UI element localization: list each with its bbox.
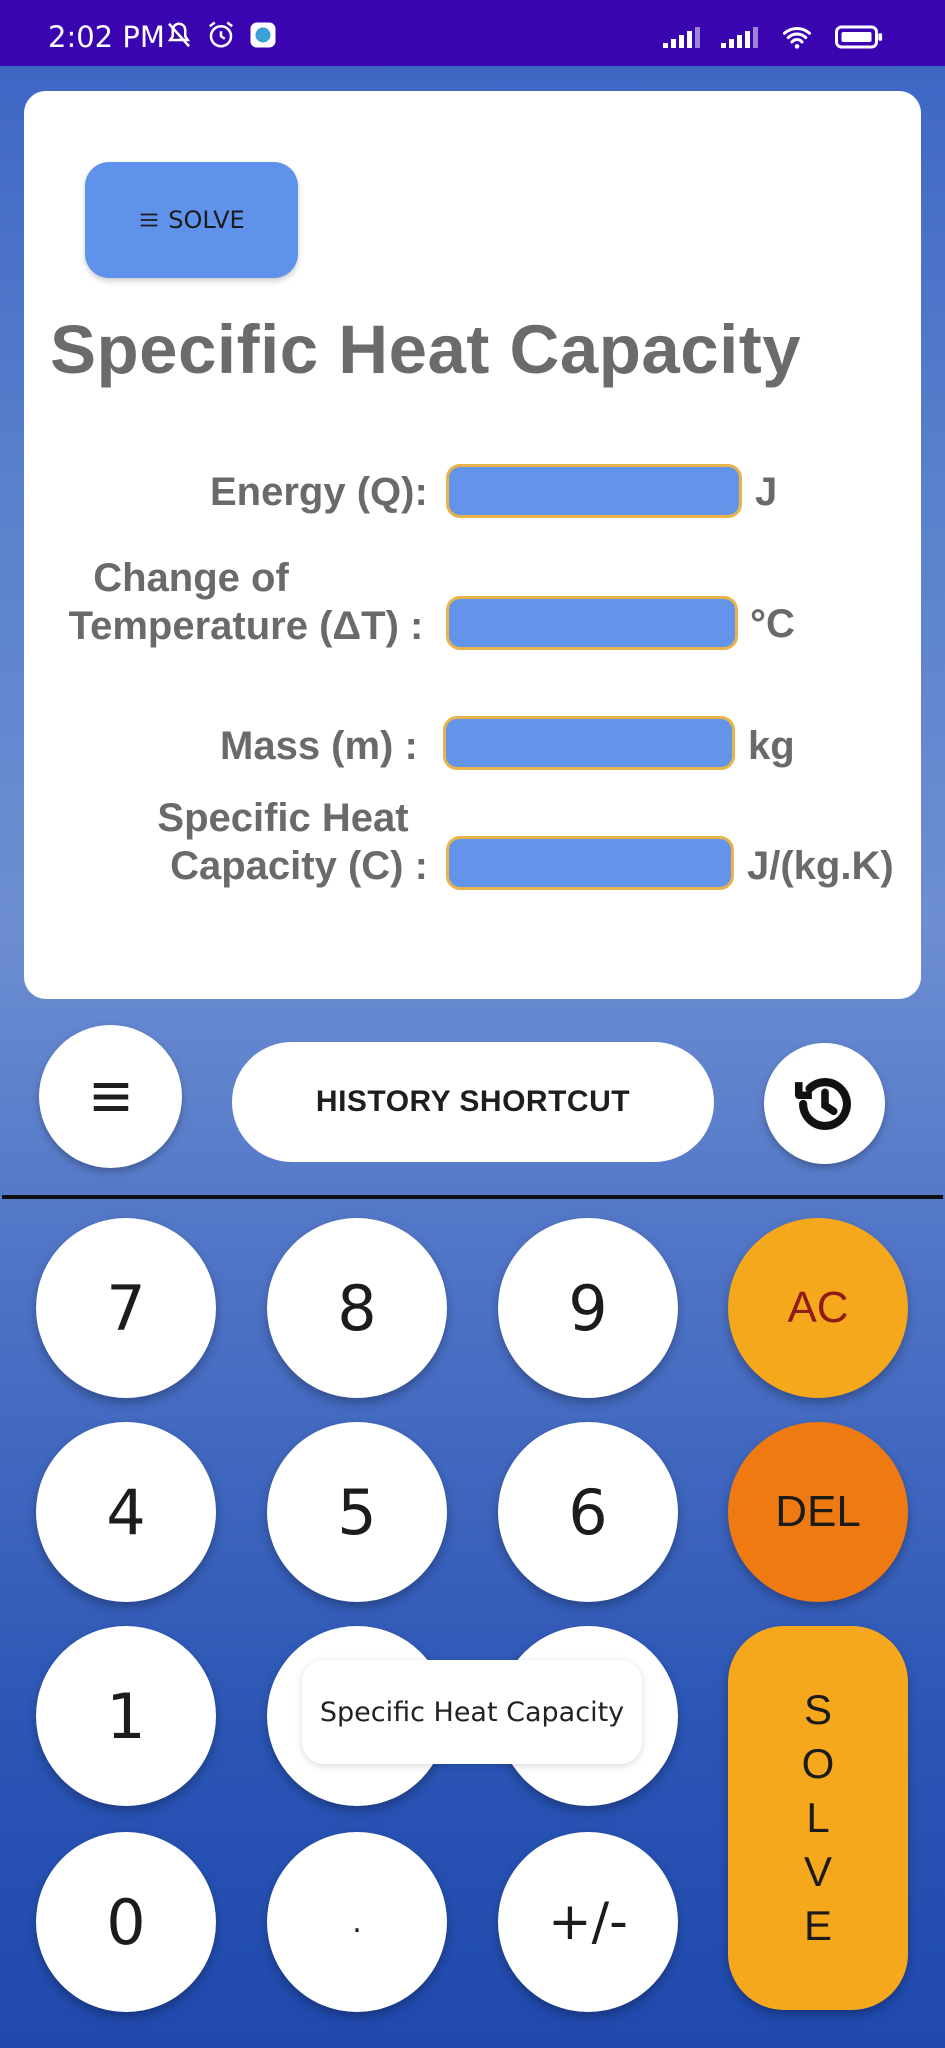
key-4[interactable]: 4 — [36, 1422, 216, 1602]
solve-letter: V — [803, 1848, 832, 1895]
delete-button[interactable]: DEL — [728, 1422, 908, 1602]
specific-heat-label: Specific Heat Capacity (C) : — [150, 794, 436, 890]
page-title: Specific Heat Capacity — [50, 311, 802, 388]
solve-menu-button[interactable]: SOLVE — [85, 162, 298, 278]
alarm-icon — [209, 21, 233, 48]
mass-unit: kg — [748, 724, 795, 768]
toast-message: Specific Heat Capacity — [302, 1660, 642, 1764]
specific-heat-unit: J/(kg.K) — [747, 844, 894, 888]
energy-label: Energy (Q): — [210, 470, 428, 514]
key-1[interactable]: 1 — [36, 1626, 216, 1806]
menu-icon — [141, 213, 158, 227]
mass-input[interactable] — [443, 716, 735, 770]
solve-letter: S — [803, 1686, 832, 1733]
divider — [2, 1195, 943, 1199]
clear-all-button[interactable]: AC — [728, 1218, 908, 1398]
solve-button[interactable]: S O L V E — [728, 1626, 908, 2010]
specific-heat-label-line1: Specific Heat — [157, 796, 409, 840]
signal-icon — [721, 27, 758, 48]
key-5[interactable]: 5 — [267, 1422, 447, 1602]
app-notification-icon — [250, 22, 276, 48]
battery-icon — [835, 25, 883, 49]
specific-heat-label-line2: Capacity (C) : — [170, 844, 428, 888]
key-0[interactable]: 0 — [36, 1832, 216, 2012]
status-icons-left — [164, 20, 278, 50]
temperature-unit: °C — [750, 602, 795, 646]
temperature-label-line2: Temperature (ΔT) : — [68, 604, 424, 648]
key-9[interactable]: 9 — [498, 1218, 678, 1398]
key-7[interactable]: 7 — [36, 1218, 216, 1398]
key-6[interactable]: 6 — [498, 1422, 678, 1602]
status-icons-right — [661, 22, 887, 52]
status-bar: 2:02 PM — [0, 0, 945, 66]
specific-heat-input[interactable] — [446, 836, 734, 890]
solve-letter: O — [801, 1740, 835, 1787]
mass-label: Mass (m) : — [220, 724, 418, 768]
history-button[interactable] — [764, 1043, 885, 1164]
status-time: 2:02 PM — [48, 20, 165, 54]
history-shortcut-button[interactable]: HISTORY SHORTCUT — [232, 1042, 714, 1162]
solve-menu-label: SOLVE — [168, 206, 245, 234]
energy-unit: J — [755, 470, 778, 514]
temperature-input[interactable] — [446, 596, 738, 650]
history-icon — [794, 1077, 851, 1130]
key-8[interactable]: 8 — [267, 1218, 447, 1398]
temperature-label: Change of Temperature (ΔT) : — [56, 554, 436, 650]
bell-off-icon — [167, 22, 191, 48]
solve-letter: E — [803, 1902, 832, 1949]
wifi-icon — [783, 26, 811, 49]
temperature-label-line1: Change of — [93, 556, 289, 600]
energy-input[interactable] — [446, 464, 742, 518]
solve-letter: L — [806, 1794, 830, 1841]
menu-button[interactable] — [39, 1025, 182, 1168]
key-plus-minus[interactable]: +/- — [498, 1832, 678, 2012]
key-decimal[interactable]: . — [267, 1832, 447, 2012]
hamburger-icon — [93, 1082, 128, 1111]
signal-icon — [663, 27, 700, 48]
